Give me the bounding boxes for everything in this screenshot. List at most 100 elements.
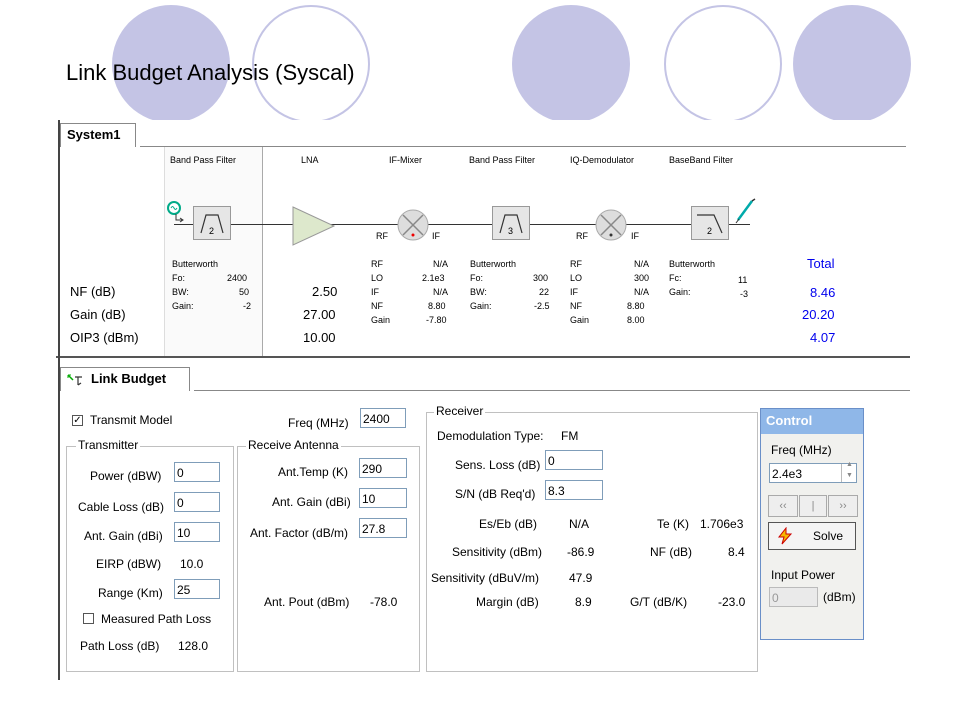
range-input[interactable]: 25 [174, 579, 220, 599]
measured-path-loss-checkbox[interactable] [83, 613, 94, 624]
param-value: 8.80 [428, 301, 446, 311]
receiver-title: Receiver [434, 404, 486, 418]
param-label: Gain: [669, 287, 691, 297]
receive-antenna-group [237, 446, 420, 672]
lna-nf-value: 2.50 [312, 284, 338, 299]
row-label-gain: Gain (dB) [70, 307, 126, 322]
solve-button[interactable]: Solve [768, 522, 856, 550]
bandpass-filter-icon[interactable]: 2 [193, 206, 231, 240]
param-label: Gain: [470, 301, 492, 311]
tx-ant-gain-input[interactable]: 10 [174, 522, 220, 542]
sn-label: S/N (dB Req'd) [455, 487, 536, 501]
filter-order-badge: 2 [209, 226, 215, 236]
eirp-value: 10.0 [180, 557, 204, 571]
spinner-up-icon[interactable]: ▲ [846, 461, 853, 468]
control-freq-label: Freq (MHz) [771, 443, 832, 457]
power-input[interactable]: 0 [174, 462, 220, 482]
ant-temp-label: Ant.Temp (K) [278, 465, 349, 479]
ant-temp-input[interactable]: 290 [359, 458, 407, 478]
decor-circle-3 [512, 5, 630, 123]
sensitivity-dbm-value: -86.9 [567, 545, 595, 559]
signal-source-icon[interactable] [166, 200, 188, 224]
link-budget-icon [67, 374, 82, 386]
lna-oip3-value: 10.00 [303, 330, 336, 345]
lowpass-filter-icon[interactable]: 2 [691, 206, 729, 240]
component-name[interactable]: Band Pass Filter [170, 155, 236, 165]
param-value: 2.1e3 [422, 273, 445, 283]
param-label: LO [371, 273, 384, 283]
param-value: 11 [738, 275, 748, 285]
screenshot-left-border [58, 120, 60, 680]
system-panel: System1 Band Pass Filter LNA IF-Mixer Ba… [56, 120, 910, 358]
cable-loss-input[interactable]: 0 [174, 492, 220, 512]
margin-value: 8.9 [575, 595, 592, 609]
bandpass-filter-icon[interactable]: 3 [492, 206, 530, 240]
iq-demodulator-icon[interactable] [594, 208, 628, 242]
step-pause-button[interactable]: | [799, 495, 827, 517]
freq-input[interactable]: 2400 [360, 408, 406, 428]
param-label: Gain [371, 315, 391, 325]
row-label-nf: NF (dB) [70, 284, 116, 299]
mixer-if-port-label: IF [432, 231, 440, 241]
component-name[interactable]: IF-Mixer [389, 155, 422, 165]
spinner-down-icon[interactable]: ▼ [846, 472, 853, 479]
transmit-model-label: Transmit Model [90, 413, 173, 427]
step-forward-button[interactable]: ›› [828, 495, 858, 517]
sens-loss-label: Sens. Loss (dB) [455, 458, 541, 472]
path-loss-value: 128.0 [178, 639, 209, 653]
param-value: -2.5 [534, 301, 550, 311]
selected-component-column [164, 147, 263, 357]
signal-line [174, 224, 750, 225]
rx-ant-gain-input[interactable]: 10 [359, 488, 407, 508]
tx-ant-gain-label: Ant. Gain (dBi) [84, 529, 163, 543]
mixer-icon[interactable] [396, 208, 430, 242]
param-label: NF [371, 301, 383, 311]
tab-link-budget[interactable]: Link Budget [60, 367, 190, 391]
filter-order-badge: 2 [707, 226, 713, 236]
tab-system1[interactable]: System1 [60, 123, 136, 147]
param-value: N/A [433, 287, 449, 297]
freq-spinner[interactable]: ▲ ▼ [841, 461, 857, 482]
probe-icon[interactable] [735, 198, 757, 224]
transmit-model-checkbox[interactable]: ✓ [72, 415, 83, 426]
input-power-input[interactable]: 0 [769, 587, 818, 607]
param-label: LO [570, 273, 583, 283]
freq-label: Freq (MHz) [288, 416, 349, 430]
component-name[interactable]: Band Pass Filter [469, 155, 535, 165]
step-back-button[interactable]: ‹‹ [768, 495, 798, 517]
sensitivity-dbuv-value: 47.9 [569, 571, 593, 585]
ant-factor-label: Ant. Factor (dB/m) [250, 526, 349, 540]
param-label: IF [371, 287, 379, 297]
lna-gain-value: 27.00 [303, 307, 336, 322]
es-eb-value: N/A [569, 517, 590, 531]
rx-ant-gain-label: Ant. Gain (dBi) [272, 495, 351, 509]
param-label: RF [371, 259, 383, 269]
nf-label: NF (dB) [650, 545, 692, 559]
sens-loss-input[interactable]: 0 [545, 450, 603, 470]
amplifier-icon[interactable] [292, 206, 336, 246]
measured-path-loss-label: Measured Path Loss [101, 612, 212, 626]
ant-factor-input[interactable]: 27.8 [359, 518, 407, 538]
component-name[interactable]: LNA [301, 155, 319, 165]
component-name[interactable]: IQ-Demodulator [570, 155, 634, 165]
range-label: Range (Km) [98, 586, 163, 600]
link-budget-panel: Link Budget ✓ Transmit Model Freq (MHz) … [56, 364, 910, 680]
control-window: Control Freq (MHz) 2.4e3 ▲ ▼ ‹‹ | ›› Sol… [760, 408, 864, 640]
param-label: IF [570, 287, 578, 297]
param-value: 8.00 [627, 315, 645, 325]
param-label: NF [570, 301, 582, 311]
param-value: 2400 [227, 273, 248, 283]
slide-title: Link Budget Analysis (Syscal) [66, 60, 355, 85]
es-eb-label: Es/Eb (dB) [479, 517, 538, 531]
sn-input[interactable]: 8.3 [545, 480, 603, 500]
param-label: Fc: [669, 273, 682, 283]
param-label: Butterworth [669, 259, 716, 269]
param-label: Gain: [172, 301, 194, 311]
param-value: 300 [533, 273, 549, 283]
param-label: Butterworth [172, 259, 219, 269]
param-value: -2 [243, 301, 252, 311]
param-value: -3 [740, 289, 749, 299]
demod-rf-port-label: RF [576, 231, 588, 241]
demod-if-port-label: IF [631, 231, 639, 241]
component-name[interactable]: BaseBand Filter [669, 155, 733, 165]
